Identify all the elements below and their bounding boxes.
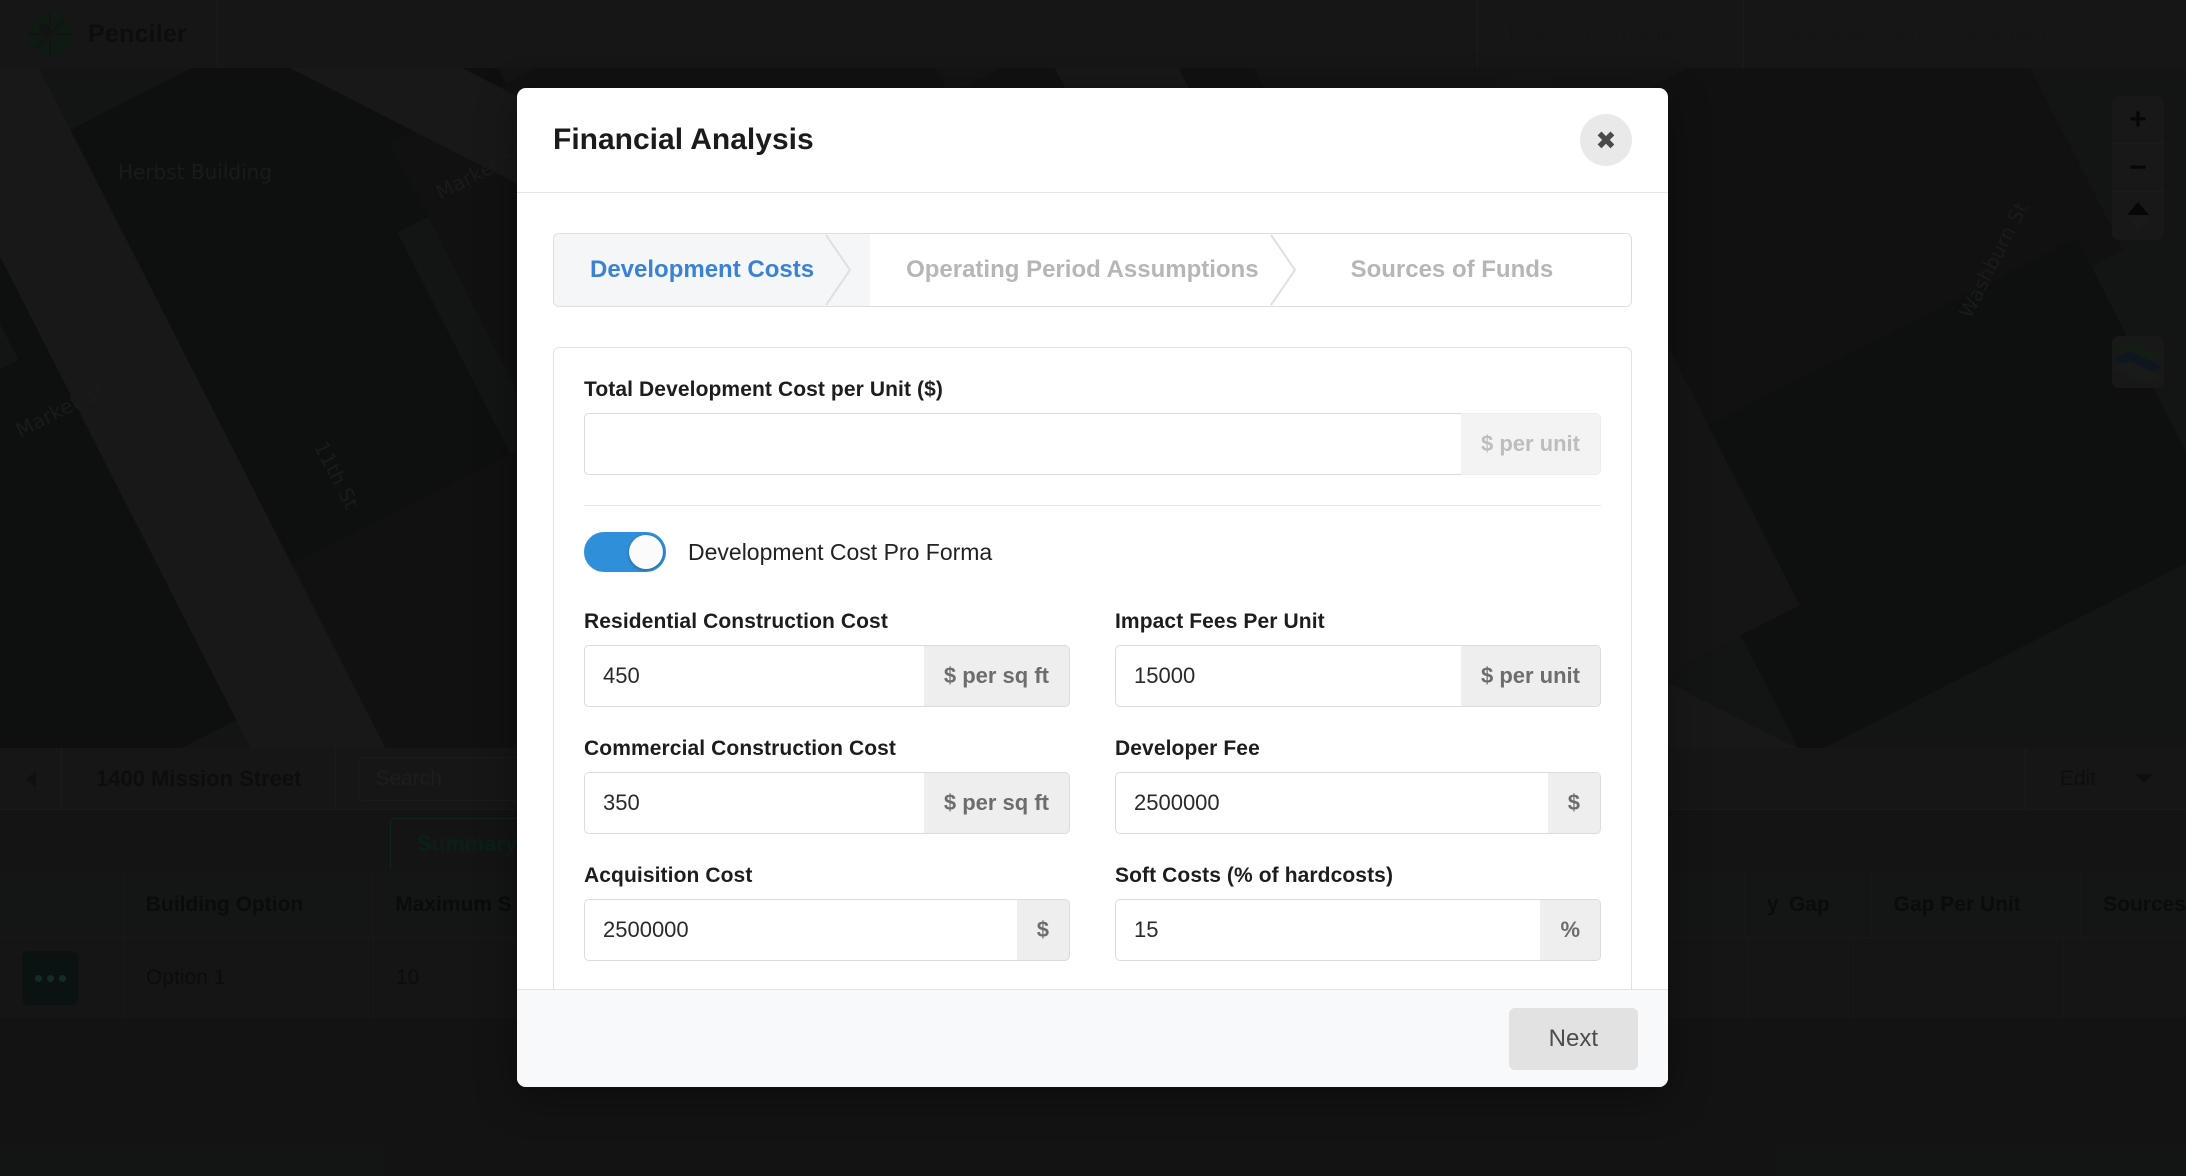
- development-cost-pro-forma-toggle[interactable]: [584, 532, 666, 572]
- pro-forma-toggle-row: Development Cost Pro Forma: [584, 532, 1601, 572]
- input-addon: $ per unit: [1460, 413, 1601, 475]
- acquisition-cost-field: Acquisition Cost $: [584, 864, 1070, 961]
- modal-footer: Next: [517, 989, 1668, 1087]
- step-operating-period-assumptions[interactable]: Operating Period Assumptions: [870, 234, 1315, 306]
- next-button[interactable]: Next: [1508, 1007, 1638, 1070]
- step-breadcrumb: Development Costs Operating Period Assum…: [553, 233, 1632, 307]
- input-addon: $: [1547, 772, 1601, 834]
- divider: [584, 505, 1601, 506]
- commercial-construction-cost-field: Commercial Construction Cost $ per sq ft: [584, 737, 1070, 834]
- field-label: Residential Construction Cost: [584, 610, 888, 633]
- field-label: Total Development Cost per Unit ($): [584, 378, 943, 401]
- input-addon: $ per unit: [1460, 645, 1601, 707]
- field-label: Developer Fee: [1115, 737, 1260, 760]
- step-label: Development Costs: [590, 256, 815, 283]
- impact-fees-per-unit-input[interactable]: [1115, 645, 1461, 707]
- field-label: Soft Costs (% of hardcosts): [1115, 864, 1394, 887]
- soft-costs-input[interactable]: [1115, 899, 1541, 961]
- step-sources-of-funds[interactable]: Sources of Funds: [1314, 234, 1610, 306]
- step-label: Operating Period Assumptions: [906, 256, 1259, 283]
- field-label: Acquisition Cost: [584, 864, 753, 887]
- total-development-cost-field: Total Development Cost per Unit ($) $ pe…: [584, 378, 1601, 475]
- financial-analysis-modal: Financial Analysis ✖ Development Costs O…: [517, 88, 1668, 1087]
- impact-fees-per-unit-field: Impact Fees Per Unit $ per unit: [1115, 610, 1601, 707]
- developer-fee-input[interactable]: [1115, 772, 1548, 834]
- chevron-right-icon: [824, 234, 854, 306]
- input-addon: $ per sq ft: [923, 772, 1070, 834]
- step-development-costs[interactable]: Development Costs: [554, 234, 871, 306]
- step-label: Sources of Funds: [1350, 256, 1554, 283]
- residential-construction-cost-input[interactable]: [584, 645, 924, 707]
- commercial-construction-cost-input[interactable]: [584, 772, 924, 834]
- field-label: Commercial Construction Cost: [584, 737, 897, 760]
- field-label: Impact Fees Per Unit: [1115, 610, 1325, 633]
- input-addon: $: [1016, 899, 1070, 961]
- modal-title: Financial Analysis: [553, 123, 814, 156]
- developer-fee-field: Developer Fee $: [1115, 737, 1601, 834]
- cost-fields-grid: Residential Construction Cost $ per sq f…: [584, 610, 1601, 961]
- chevron-right-icon: [1269, 234, 1299, 306]
- total-development-cost-input[interactable]: [584, 413, 1461, 475]
- modal-header: Financial Analysis ✖: [517, 88, 1668, 193]
- development-costs-card: Total Development Cost per Unit ($) $ pe…: [553, 347, 1632, 989]
- residential-construction-cost-field: Residential Construction Cost $ per sq f…: [584, 610, 1070, 707]
- input-addon: %: [1540, 899, 1601, 961]
- input-addon: $ per sq ft: [923, 645, 1070, 707]
- close-icon[interactable]: ✖: [1580, 114, 1632, 166]
- toggle-label: Development Cost Pro Forma: [688, 538, 993, 565]
- acquisition-cost-input[interactable]: [584, 899, 1017, 961]
- soft-costs-field: Soft Costs (% of hardcosts) %: [1115, 864, 1601, 961]
- modal-body[interactable]: Development Costs Operating Period Assum…: [517, 193, 1668, 989]
